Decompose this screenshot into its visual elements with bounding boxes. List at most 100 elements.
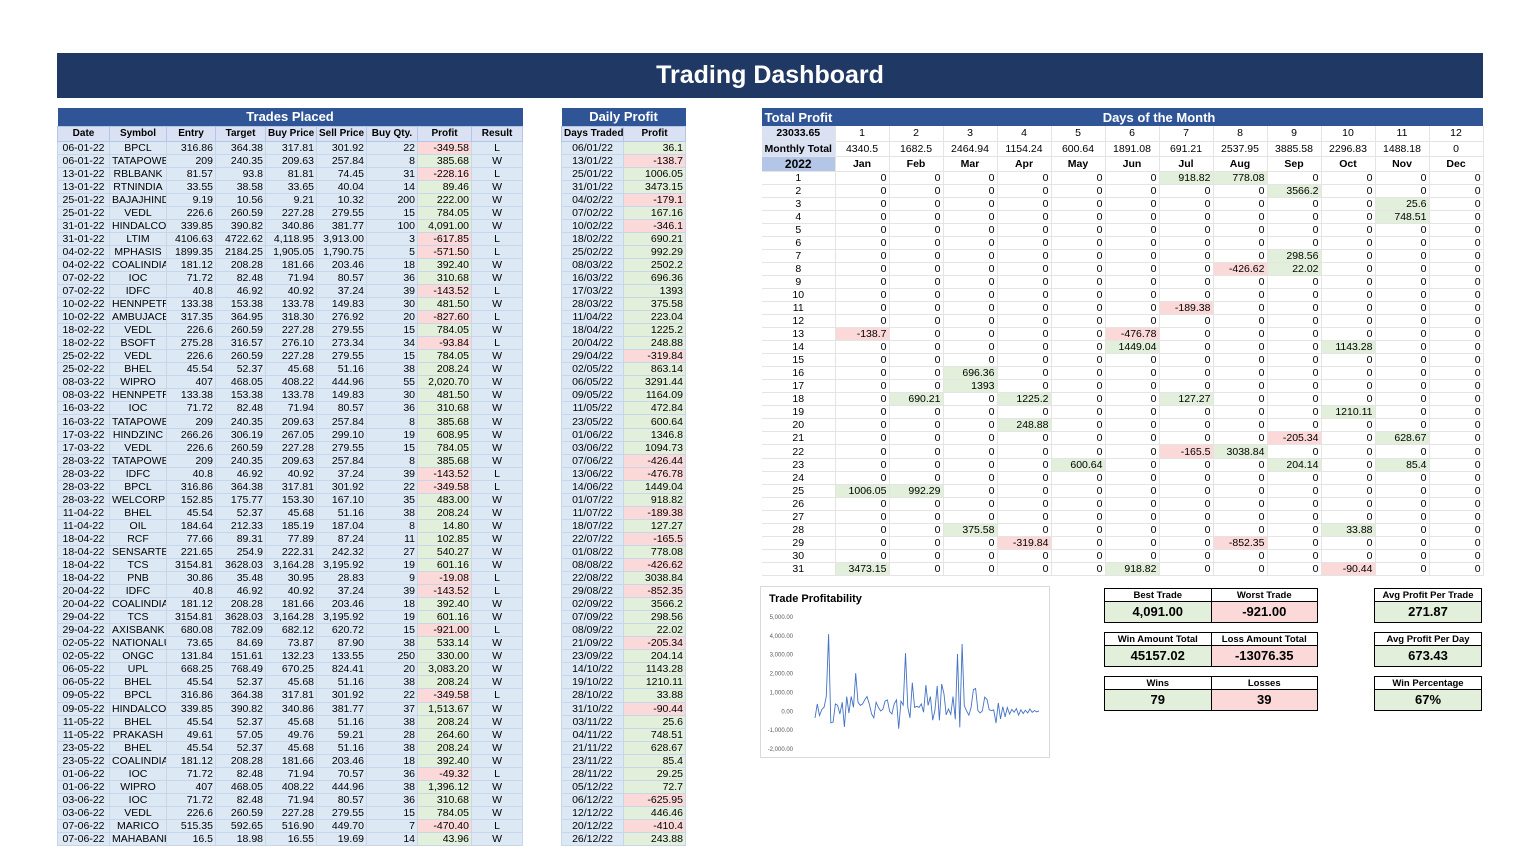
trade-cell: 3154.81 (166, 610, 216, 625)
trade-cell: 784.05 (417, 323, 472, 338)
daily-date: 18/02/22 (561, 231, 624, 246)
trade-cell: 71.72 (166, 401, 216, 416)
day-profit-cell: 0 (1321, 392, 1376, 407)
day-profit-cell: 0 (1159, 510, 1214, 524)
day-profit-cell: -426.62 (1213, 262, 1268, 276)
day-profit-cell: 0 (1105, 210, 1160, 224)
day-profit-cell: 0 (1105, 353, 1160, 368)
day-profit-cell: 0 (835, 353, 890, 368)
day-profit-cell: 0 (1105, 379, 1160, 394)
trade-cell: SENSARTECH (109, 544, 167, 560)
trade-cell: 71.94 (265, 792, 317, 807)
day-profit-cell: 0 (1375, 497, 1430, 511)
day-profit-cell: 0 (1267, 405, 1322, 420)
month-name: May (1051, 156, 1106, 172)
trade-cell: 49.61 (166, 727, 216, 742)
daily-row: 14/06/22 1449.04 (561, 479, 686, 494)
trade-cell: BSOFT (109, 336, 167, 351)
trade-cell: 203.46 (316, 257, 367, 272)
month-number: 12 (1429, 126, 1484, 142)
trade-cell: 30.95 (265, 571, 317, 586)
day-profit-cell: 0 (943, 327, 998, 342)
day-profit-cell: 0 (997, 366, 1052, 381)
trade-cell: 19 (366, 610, 418, 625)
trade-cell: W (470, 179, 524, 194)
daily-profit: -179.1 (623, 192, 686, 207)
trade-cell: 208.28 (215, 257, 266, 272)
trade-cell: 15 (366, 805, 418, 820)
trade-cell: RTNINDIA (109, 179, 167, 194)
trade-cell: 306.19 (215, 427, 266, 442)
trade-cell: W (470, 792, 524, 807)
trade-cell: 3154.81 (166, 557, 216, 573)
day-profit-cell: 0 (1213, 379, 1268, 394)
trade-cell: 89.31 (215, 531, 266, 546)
trade-row: 03-06-22 VEDL 226.6 260.59 227.28 279.55 15 784… (57, 805, 524, 820)
y-tick-label: -1,000.00 (768, 728, 794, 734)
day-row: 15 0 0 0 0 0 0 0 0 0 0 0 0 (762, 353, 1484, 368)
trade-row: 29-04-22 AXISBANK 680.08 782.09 682.12 620.72… (57, 623, 524, 638)
day-number: 1 (762, 171, 836, 185)
day-profit-cell: 0 (1429, 458, 1484, 472)
day-profit-cell: 0 (1267, 418, 1322, 433)
day-profit-cell: 0 (1375, 562, 1430, 576)
day-profit-cell: 3566.2 (1267, 184, 1322, 198)
day-profit-cell: 0 (1375, 418, 1430, 433)
trade-cell: 385.68 (417, 414, 472, 429)
daily-profit: -346.1 (623, 218, 686, 233)
day-profit-cell: 0 (889, 431, 944, 446)
day-profit-cell: 0 (1159, 431, 1214, 446)
day-profit-cell: 33.88 (1321, 523, 1376, 537)
trade-cell: 100 (366, 218, 418, 233)
trade-cell: -921.00 (417, 623, 472, 638)
trade-cell: W (470, 505, 524, 520)
trade-row: 18-04-22 PNB 30.86 35.48 30.95 28.83 9 -19.08 L (57, 571, 524, 586)
day-profit-cell: 0 (1051, 275, 1106, 289)
day-profit-cell: 0 (1429, 236, 1484, 250)
daily-date: 31/10/22 (561, 701, 624, 716)
trade-cell: 257.84 (316, 414, 367, 429)
trade-cell: NATIONALUM (109, 636, 167, 651)
trade-cell: W (470, 440, 524, 455)
trade-cell: 34 (366, 336, 418, 351)
best-trade-value: 4,091.00 (1105, 602, 1211, 622)
trade-cell: 13-01-22 (57, 179, 110, 194)
year-label: 2022 (762, 156, 836, 172)
trade-row: 18-02-22 BSOFT 275.28 316.57 276.10 273.34 34-… (57, 336, 524, 351)
y-tick-label: 1,000.00 (770, 690, 794, 696)
trade-cell: 10.56 (215, 192, 266, 207)
day-profit-cell: 0 (1159, 249, 1214, 263)
trade-cell: 468.05 (215, 375, 266, 390)
day-profit-cell: 0 (1375, 327, 1430, 342)
day-profit-cell: 0 (1051, 288, 1106, 302)
trade-row: 20-04-22 IDFC 40.8 46.92 40.92 37.24 39 -143.52… (57, 584, 524, 599)
day-profit-cell: 1143.28 (1321, 340, 1376, 355)
day-number: 18 (762, 392, 836, 407)
day-profit-cell: 0 (997, 301, 1052, 316)
day-profit-cell: 0 (1429, 249, 1484, 263)
day-profit-cell: 0 (835, 184, 890, 198)
trade-cell: -827.60 (417, 310, 472, 325)
day-row: 25 1006.05 992.29 0 0 0 0 0 0 0 0 0 0 (762, 484, 1484, 498)
trade-cell: 1,790.75 (316, 244, 367, 259)
day-profit-cell: 0 (997, 249, 1052, 263)
trade-cell: 227.28 (265, 440, 317, 455)
trade-cell: 209.63 (265, 453, 317, 468)
day-profit-cell: 0 (1375, 510, 1430, 524)
daily-row: 08/09/22 22.02 (561, 623, 686, 638)
day-profit-cell: 0 (1159, 379, 1214, 394)
trade-cell: 25-01-22 (57, 192, 110, 207)
trade-cell: 06-05-22 (57, 675, 110, 690)
day-profit-cell: 0 (943, 484, 998, 498)
day-profit-cell: -205.34 (1267, 431, 1322, 446)
day-number: 4 (762, 210, 836, 224)
trade-cell: 14 (366, 831, 418, 846)
daily-row: 06/01/22 36.1 (561, 140, 686, 155)
day-number: 27 (762, 510, 836, 524)
daily-profit: 446.46 (623, 805, 686, 820)
day-profit-cell: 0 (1105, 275, 1160, 289)
trade-cell: TATAPOWER (109, 453, 167, 468)
day-profit-cell: -90.44 (1321, 562, 1376, 576)
day-profit-cell: 0 (943, 210, 998, 224)
trade-cell: 11 (366, 531, 418, 546)
